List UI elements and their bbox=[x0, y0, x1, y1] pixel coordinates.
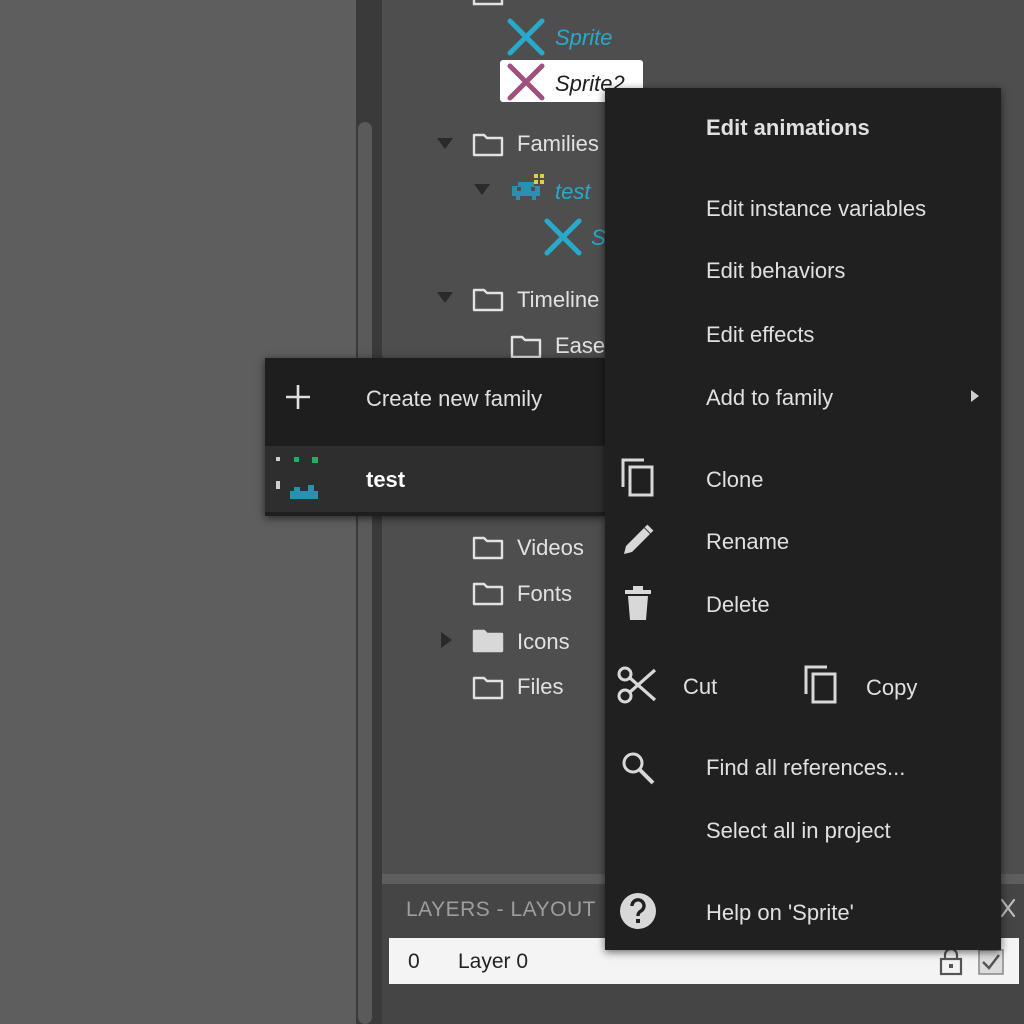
folder-filled-icon bbox=[472, 629, 504, 653]
submenu-arrow-icon bbox=[971, 390, 979, 402]
menu-item-add-to-family[interactable]: Add to family bbox=[706, 385, 833, 411]
sprite-x-icon bbox=[507, 18, 545, 56]
menu-item-edit-animations[interactable]: Edit animations bbox=[706, 115, 870, 141]
close-icon[interactable] bbox=[998, 896, 1018, 920]
menu-item-edit-behaviors[interactable]: Edit behaviors bbox=[706, 258, 845, 284]
search-icon bbox=[622, 752, 655, 785]
tree-item-family-member[interactable]: S bbox=[591, 224, 606, 252]
partial-text bbox=[517, 0, 652, 4]
create-new-family-item[interactable]: Create new family bbox=[366, 386, 542, 412]
expand-arrow-icon[interactable] bbox=[437, 292, 453, 303]
folder-icon bbox=[472, 582, 504, 606]
folder-icon bbox=[510, 335, 542, 359]
folder-icon bbox=[472, 0, 504, 6]
tree-folder-videos[interactable]: Videos bbox=[517, 534, 584, 562]
menu-item-edit-effects[interactable]: Edit effects bbox=[706, 322, 814, 348]
tree-folder-files[interactable]: Files bbox=[517, 673, 563, 701]
copy-icon bbox=[804, 665, 837, 704]
menu-item-select-all-in-project[interactable]: Select all in project bbox=[706, 818, 891, 844]
layers-panel-title: LAYERS - LAYOUT bbox=[406, 898, 596, 921]
lock-icon[interactable] bbox=[938, 948, 964, 976]
tree-folder-fonts[interactable]: Fonts bbox=[517, 580, 572, 608]
pencil-icon bbox=[624, 524, 654, 554]
tree-folder-families[interactable]: Families bbox=[517, 130, 599, 158]
sprite-x-icon bbox=[507, 63, 545, 101]
menu-item-cut[interactable]: Cut bbox=[683, 674, 717, 700]
menu-item-copy[interactable]: Copy bbox=[866, 675, 917, 701]
scrollbar-thumb[interactable] bbox=[358, 122, 372, 1024]
family-item-test[interactable]: test bbox=[366, 467, 405, 493]
tree-item-family-test[interactable]: test bbox=[555, 178, 590, 206]
menu-item-delete[interactable]: Delete bbox=[706, 592, 770, 618]
tree-folder-icons[interactable]: Icons bbox=[517, 628, 570, 656]
layer-number: 0 bbox=[408, 950, 420, 973]
expand-arrow-icon[interactable] bbox=[437, 138, 453, 149]
menu-item-edit-instance-variables[interactable]: Edit instance variables bbox=[706, 196, 926, 222]
expand-arrow-icon[interactable] bbox=[474, 184, 490, 195]
scissors-icon bbox=[617, 666, 657, 704]
collapse-arrow-icon[interactable] bbox=[441, 632, 452, 648]
folder-icon bbox=[472, 676, 504, 700]
tree-folder-eases[interactable]: Ease bbox=[555, 332, 605, 360]
help-icon bbox=[620, 893, 656, 929]
tree-folder-timelines[interactable]: Timeline bbox=[517, 286, 599, 314]
menu-item-clone[interactable]: Clone bbox=[706, 467, 763, 493]
family-invader-icon bbox=[276, 457, 318, 499]
tree-item-sprite[interactable]: Sprite bbox=[555, 24, 612, 52]
menu-item-find-all-references[interactable]: Find all references... bbox=[706, 755, 905, 781]
checkbox-icon[interactable] bbox=[977, 948, 1005, 976]
folder-icon bbox=[472, 133, 504, 157]
folder-icon bbox=[472, 536, 504, 560]
menu-item-rename[interactable]: Rename bbox=[706, 529, 789, 555]
clone-icon bbox=[621, 458, 654, 497]
family-invader-icon bbox=[512, 174, 544, 200]
menu-item-help[interactable]: Help on 'Sprite' bbox=[706, 900, 854, 926]
plus-icon bbox=[286, 385, 310, 409]
folder-icon bbox=[472, 288, 504, 312]
trash-icon bbox=[625, 586, 651, 620]
layer-name: Layer 0 bbox=[458, 950, 529, 973]
sprite-x-icon bbox=[544, 218, 582, 256]
